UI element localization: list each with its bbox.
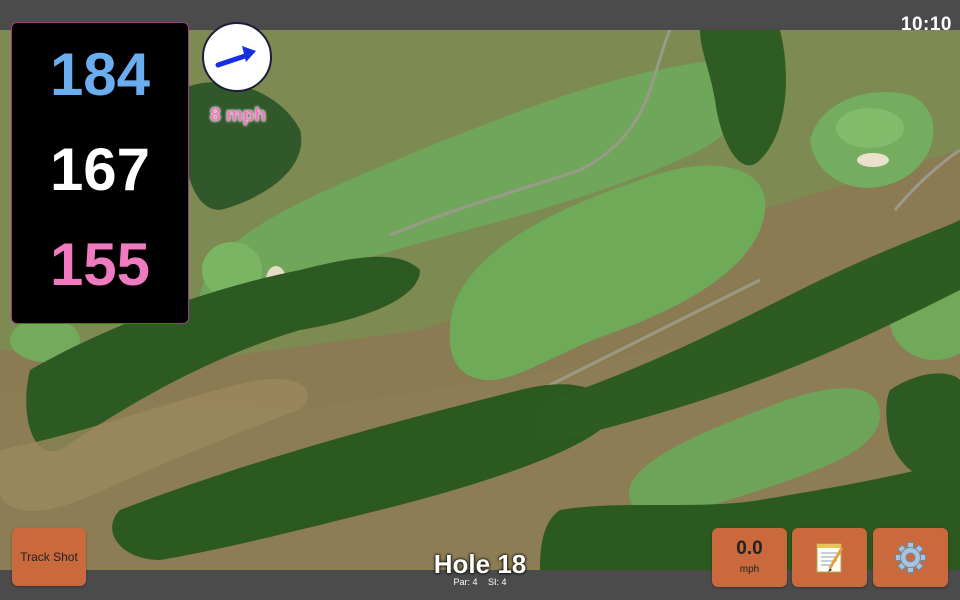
clock: 10:10 — [900, 14, 952, 35]
settings-button[interactable] — [873, 528, 948, 587]
center-distance: 167 — [49, 136, 151, 203]
hole-title: Hole 18 — [433, 549, 527, 579]
hole-info: Par: 4 SI: 4 — [400, 577, 560, 587]
notepad-icon — [816, 543, 844, 573]
notes-button[interactable] — [792, 528, 867, 587]
speed-unit: mph — [739, 564, 760, 575]
hole-par: Par: 4 — [453, 577, 478, 587]
track-shot-label: Track Shot — [20, 550, 78, 564]
track-shot-button[interactable]: Track Shot — [12, 528, 86, 586]
wind-speed: 8 mph — [210, 105, 266, 126]
wind-arrow-icon — [215, 46, 256, 68]
hole-stroke-index: SI: 4 — [488, 577, 507, 587]
distance-panel: 184 167 155 — [11, 22, 189, 324]
front-distance: 155 — [49, 231, 151, 298]
back-distance: 184 — [49, 41, 151, 108]
gear-icon — [895, 542, 926, 573]
wind-indicator[interactable] — [202, 22, 272, 92]
speed-value: 0.0 — [736, 538, 763, 559]
speed-button[interactable]: 0.0 mph — [712, 528, 787, 587]
